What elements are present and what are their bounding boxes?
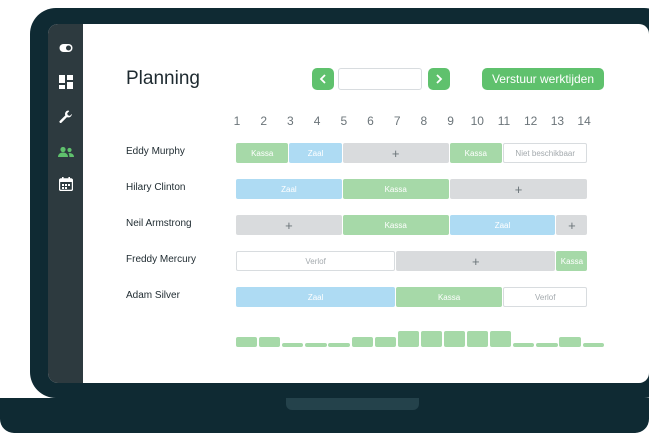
dashboard-icon[interactable] <box>56 72 75 91</box>
hour-label: 4 <box>313 114 321 128</box>
add-shift-button[interactable]: + <box>449 179 588 199</box>
hour-label: 5 <box>340 114 348 128</box>
staffing-bar <box>351 337 373 347</box>
staffing-bar <box>582 343 604 347</box>
shift-zaal[interactable]: Zaal <box>236 287 396 307</box>
calendar-icon[interactable] <box>56 174 75 193</box>
employee-name: Freddy Mercury <box>126 254 197 265</box>
shift-kassa[interactable]: Kassa <box>236 143 289 163</box>
employee-name: Neil Armstrong <box>126 218 192 229</box>
shift-verlof[interactable]: Verlof <box>503 287 588 307</box>
send-worktimes-button[interactable]: Verstuur werktijden <box>482 68 604 90</box>
staffing-bar <box>328 343 350 347</box>
hour-label: 14 <box>577 114 591 128</box>
staffing-bar <box>374 337 396 347</box>
hour-label: 9 <box>447 114 454 128</box>
hour-label: 7 <box>393 114 401 128</box>
hour-label: 13 <box>550 114 565 128</box>
shift-kassa[interactable]: Kassa <box>449 143 502 163</box>
laptop-notch <box>286 398 419 410</box>
next-date-button[interactable] <box>428 68 450 90</box>
staffing-bar <box>536 343 558 347</box>
employee-name: Hilary Clinton <box>126 182 186 193</box>
staffing-bar <box>236 337 258 347</box>
app-screen: Planning Verstuur werktijden 1 2 3 4 5 6 7 8 9 10… <box>48 24 649 383</box>
prev-date-button[interactable] <box>312 68 334 90</box>
shift-zaal[interactable]: Zaal <box>289 143 342 163</box>
shift-verlof[interactable]: Verlof <box>236 251 396 271</box>
hour-label: 1 <box>233 114 241 128</box>
chevron-right-icon <box>436 74 443 84</box>
add-shift-button[interactable]: + <box>342 143 449 163</box>
page-title: Planning <box>126 68 200 89</box>
shift-kassa[interactable]: Kassa <box>556 251 588 271</box>
sidebar <box>48 24 83 383</box>
staffing-bar <box>513 343 535 347</box>
date-input[interactable] <box>338 68 422 90</box>
hour-label: 11 <box>497 114 511 128</box>
staffing-bar <box>420 331 443 347</box>
hour-label: 3 <box>287 114 294 128</box>
staffing-bar <box>443 331 466 347</box>
staffing-bar <box>490 331 512 347</box>
shift-zaal[interactable]: Zaal <box>449 215 556 235</box>
staffing-bar <box>397 331 419 347</box>
wrench-icon[interactable] <box>56 107 75 126</box>
users-icon[interactable] <box>56 142 75 161</box>
chevron-left-icon <box>319 74 326 84</box>
staffing-bar <box>305 343 327 347</box>
employee-name: Eddy Murphy <box>126 146 185 157</box>
add-shift-button[interactable]: + <box>396 251 556 271</box>
hour-label: 8 <box>420 114 428 128</box>
shift-zaal[interactable]: Zaal <box>236 179 342 199</box>
hour-label: 2 <box>260 114 268 128</box>
shift-kassa[interactable]: Kassa <box>342 179 449 199</box>
employee-name: Adam Silver <box>126 290 180 301</box>
staffing-bar <box>259 337 281 347</box>
add-shift-button[interactable]: + <box>236 215 342 235</box>
hour-label: 12 <box>524 114 538 128</box>
staffing-bar <box>559 337 581 347</box>
shift-kassa[interactable]: Kassa <box>342 215 449 235</box>
shift-kassa[interactable]: Kassa <box>396 287 502 307</box>
staffing-bar <box>282 343 304 347</box>
unavailable-block[interactable]: Niet beschikbaar <box>503 143 588 163</box>
toggle-icon[interactable] <box>56 38 75 57</box>
hour-label: 10 <box>470 114 484 128</box>
hour-label: 6 <box>367 114 374 128</box>
add-shift-button[interactable]: + <box>556 215 588 235</box>
staffing-bar <box>467 331 489 347</box>
